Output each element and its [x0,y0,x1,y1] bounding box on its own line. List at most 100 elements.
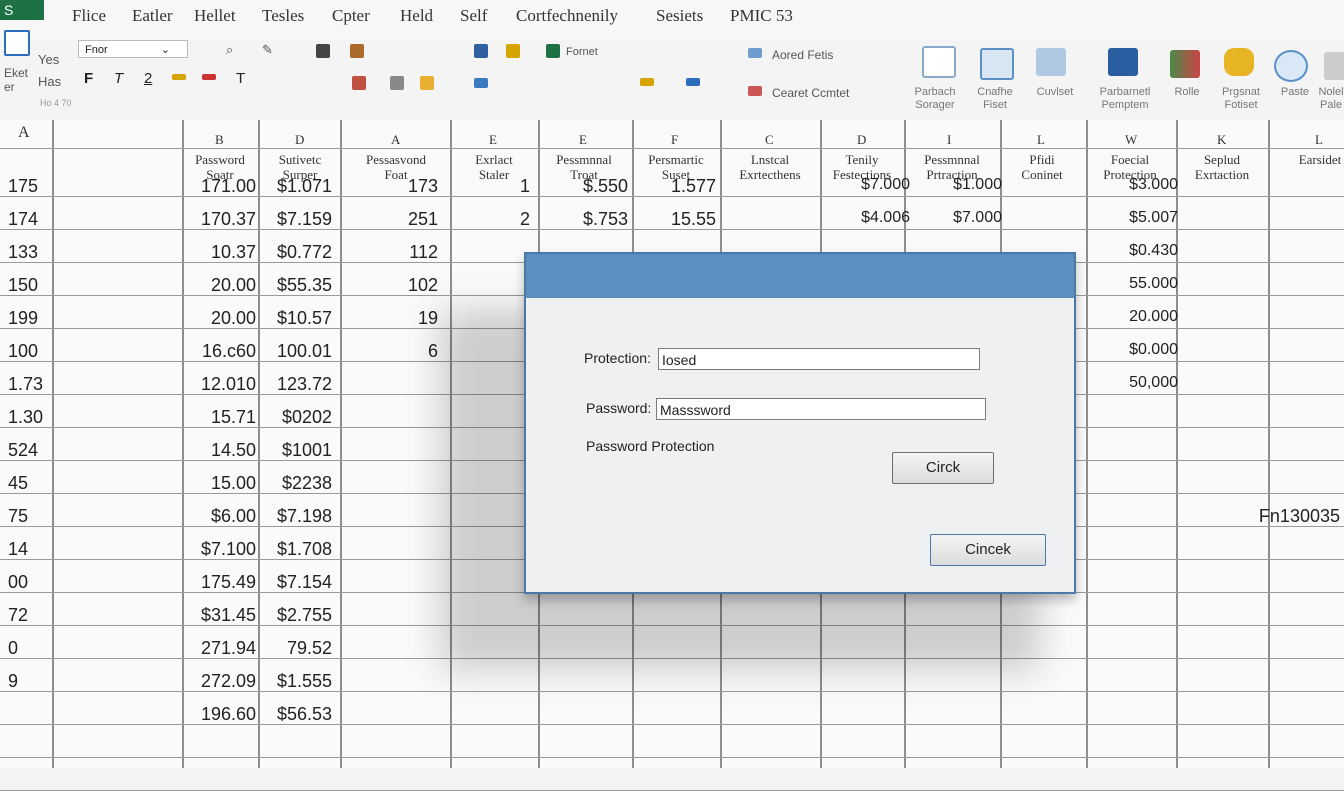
cell-a[interactable]: 75 [8,506,28,527]
column-letter[interactable]: B [215,132,224,148]
globe-icon[interactable] [1274,50,1308,82]
cell-c[interactable]: $7.154 [277,572,332,593]
document-check-icon[interactable] [922,46,956,78]
cell-c[interactable]: $7.159 [277,209,332,230]
number-format-icon[interactable] [474,44,488,58]
italic-icon[interactable]: T [114,70,128,87]
font-name-select[interactable]: Fnor ⌄ [78,40,188,58]
sort-icon[interactable] [748,48,762,58]
menu-file[interactable]: Flice [72,6,106,26]
cell-b[interactable]: 20.00 [211,308,256,329]
cell-b[interactable]: 196.60 [201,704,256,725]
cell-b[interactable]: 14.50 [211,440,256,461]
menu-item-8[interactable]: Cortfechnenily [516,6,618,26]
fill-icon[interactable] [420,76,434,90]
bars-icon[interactable] [1170,50,1200,78]
cell-b[interactable]: 15.00 [211,473,256,494]
cell-a[interactable]: 45 [8,473,28,494]
cell-a[interactable]: 133 [8,242,38,263]
column-letter[interactable]: C [765,132,774,148]
cell-d[interactable]: 19 [418,308,438,329]
cell-g[interactable]: 15.55 [671,209,716,230]
cell-b[interactable]: $6.00 [211,506,256,527]
cell-a[interactable]: 9 [8,671,18,692]
font-color-icon[interactable] [202,74,216,80]
cell-h[interactable]: $7.000 [861,176,910,194]
column-letter-a[interactable]: A [18,124,30,142]
grid-icon[interactable] [1324,52,1344,80]
column-letter[interactable]: L [1315,132,1323,148]
format-label[interactable]: Fornet [566,46,598,58]
cell-j[interactable]: $0.430 [1129,242,1178,260]
highlight-icon[interactable] [640,78,654,86]
text-style-icon[interactable]: T [236,70,250,87]
cell-e[interactable]: 2 [520,209,530,230]
cell-b[interactable]: 175.49 [201,572,256,593]
cell-d[interactable]: 173 [408,176,438,197]
cell-b[interactable]: $31.45 [201,605,256,626]
cell-e[interactable]: 1 [520,176,530,197]
menu-item-10[interactable]: PMIC 53 [730,6,793,26]
cell-c[interactable]: $7.198 [277,506,332,527]
column-letter[interactable]: L [1037,132,1045,148]
menu-item-6[interactable]: Held [400,6,433,26]
currency-icon[interactable] [506,44,520,58]
cell-a[interactable]: 1.73 [8,374,43,395]
percent-icon[interactable] [474,78,488,88]
monitor-icon[interactable] [980,48,1014,80]
cell-b[interactable]: 15.71 [211,407,256,428]
cell-a[interactable]: 150 [8,275,38,296]
cell-b[interactable]: $7.100 [201,539,256,560]
cell-c[interactable]: $0202 [282,407,332,428]
column-letter[interactable]: I [947,132,951,148]
column-letter[interactable]: E [579,132,587,148]
cancel-button[interactable]: Cincek [930,534,1046,566]
cell-c[interactable]: $2.755 [277,605,332,626]
cell-d[interactable]: 6 [428,341,438,362]
brush-icon[interactable]: ✎ [262,42,276,57]
cell-d[interactable]: 102 [408,275,438,296]
underline-icon[interactable]: 2 [144,70,158,87]
cell-c[interactable]: $1.708 [277,539,332,560]
password-input[interactable]: Masssword [656,398,986,420]
check-button[interactable]: Circk [892,452,994,484]
cell-b[interactable]: 20.00 [211,275,256,296]
border-icon[interactable] [390,76,404,90]
cell-h[interactable]: $4.006 [861,209,910,227]
cell-c[interactable]: $10.57 [277,308,332,329]
chart-icon[interactable] [1108,48,1138,76]
menu-item-3[interactable]: Hellet [194,6,236,26]
cell-b[interactable]: 16.c60 [202,341,256,362]
fill-color-icon[interactable] [172,74,186,80]
cell-j[interactable]: $5.007 [1129,209,1178,227]
cell-i[interactable]: $1.000 [953,176,1002,194]
cell-g[interactable]: 1.577 [671,176,716,197]
cell-a[interactable]: 1.30 [8,407,43,428]
cell-j[interactable]: $0.000 [1129,341,1178,359]
cell-c[interactable]: 100.01 [277,341,332,362]
cell-j[interactable]: 20.000 [1129,308,1178,326]
menu-item-4[interactable]: Tesles [262,6,304,26]
cell-a[interactable]: 174 [8,209,38,230]
link-icon[interactable] [686,78,700,86]
cell-i[interactable]: $7.000 [953,209,1002,227]
cell-j[interactable]: 55.000 [1129,275,1178,293]
cell-b[interactable]: 272.09 [201,671,256,692]
column-letter[interactable]: W [1125,132,1137,148]
cell-c[interactable]: $56.53 [277,704,332,725]
cell-a[interactable]: 0 [8,638,18,659]
cell-c[interactable]: 123.72 [277,374,332,395]
cell-a[interactable]: 199 [8,308,38,329]
column-letter[interactable]: D [295,132,304,148]
cond-label[interactable]: Cearet Ccmtet [772,86,849,100]
align-icon[interactable] [316,44,330,58]
format-icon[interactable] [546,44,560,58]
column-letter[interactable]: K [1217,132,1226,148]
menu-item-5[interactable]: Cpter [332,6,370,26]
cell-f[interactable]: $.753 [583,209,628,230]
cell-d[interactable]: 251 [408,209,438,230]
cell-k[interactable]: Fn130035 [1259,506,1340,527]
cell-a[interactable]: 00 [8,572,28,593]
cell-a[interactable]: 100 [8,341,38,362]
wrap-icon[interactable] [352,76,366,90]
